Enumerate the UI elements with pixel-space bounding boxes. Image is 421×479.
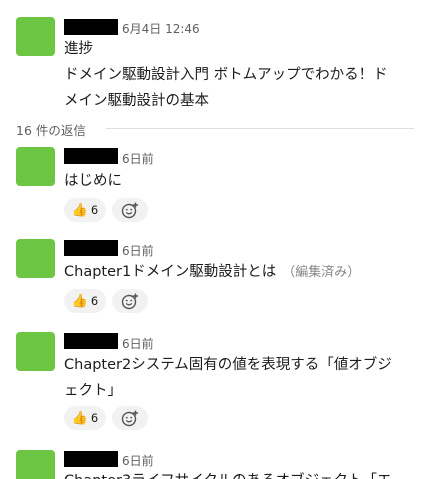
redacted-username (64, 240, 118, 256)
replies-divider: 16 件の返信 (16, 120, 414, 139)
message-text: Chapter3ライフサイクルのあるオブジェクト「エ (64, 470, 412, 479)
avatar[interactable] (16, 17, 55, 56)
divider-line (106, 128, 414, 129)
reaction-count: 6 (90, 203, 99, 217)
message-line: Chapter2システム固有の値を表現する「値オブジ (64, 357, 392, 373)
add-reaction-icon (121, 202, 138, 219)
add-reaction-button[interactable] (112, 406, 148, 430)
message-timestamp[interactable]: 6日前 (122, 335, 154, 352)
add-reaction-icon (121, 410, 138, 427)
message-timestamp[interactable]: 6日前 (122, 150, 154, 167)
thumbs-up-icon: 👍 (71, 293, 88, 309)
message-text: Chapter1ドメイン駆動設計とは （編集済み） (64, 261, 412, 284)
avatar[interactable] (16, 450, 55, 479)
message-line: 進捗 (64, 41, 93, 57)
message-line: ェクト」 (64, 383, 122, 399)
message-text: Chapter2システム固有の値を表現する「値オブジ ェクト」 (64, 354, 412, 403)
reaction-count: 6 (90, 411, 99, 425)
avatar[interactable] (16, 147, 55, 186)
thumbs-up-icon: 👍 (71, 410, 88, 426)
message-text: はじめに (64, 173, 122, 189)
reaction-pill[interactable]: 👍 6 (64, 198, 106, 222)
redacted-username (64, 19, 118, 35)
thumbs-up-icon: 👍 (71, 202, 88, 218)
message-timestamp[interactable]: 6日前 (122, 242, 154, 259)
add-reaction-button[interactable] (112, 289, 148, 313)
message-text: 進捗 ドメイン駆動設計入門 ボトムアップでわかる！ド メイン駆動設計の基本 (64, 38, 412, 113)
redacted-username (64, 148, 118, 164)
redacted-username (64, 333, 118, 349)
message-line: メイン駆動設計の基本 (64, 93, 209, 109)
message-timestamp[interactable]: 6月4日 12:46 (122, 20, 200, 37)
add-reaction-button[interactable] (112, 198, 148, 222)
add-reaction-icon (121, 293, 138, 310)
message-line: Chapter1ドメイン駆動設計とは (64, 264, 277, 280)
avatar[interactable] (16, 239, 55, 278)
avatar[interactable] (16, 332, 55, 371)
reaction-pill[interactable]: 👍 6 (64, 289, 106, 313)
reaction-count: 6 (90, 294, 99, 308)
replies-count-label: 16 件の返信 (16, 120, 94, 139)
redacted-username (64, 451, 118, 467)
message-line: ドメイン駆動設計入門 ボトムアップでわかる！ド (64, 67, 388, 83)
message-timestamp[interactable]: 6日前 (122, 452, 154, 469)
reaction-pill[interactable]: 👍 6 (64, 406, 106, 430)
edited-label: （編集済み） (282, 265, 361, 280)
reply-message[interactable]: 6日前 Chapter3ライフサイクルのあるオブジェクト「エ (0, 443, 421, 479)
